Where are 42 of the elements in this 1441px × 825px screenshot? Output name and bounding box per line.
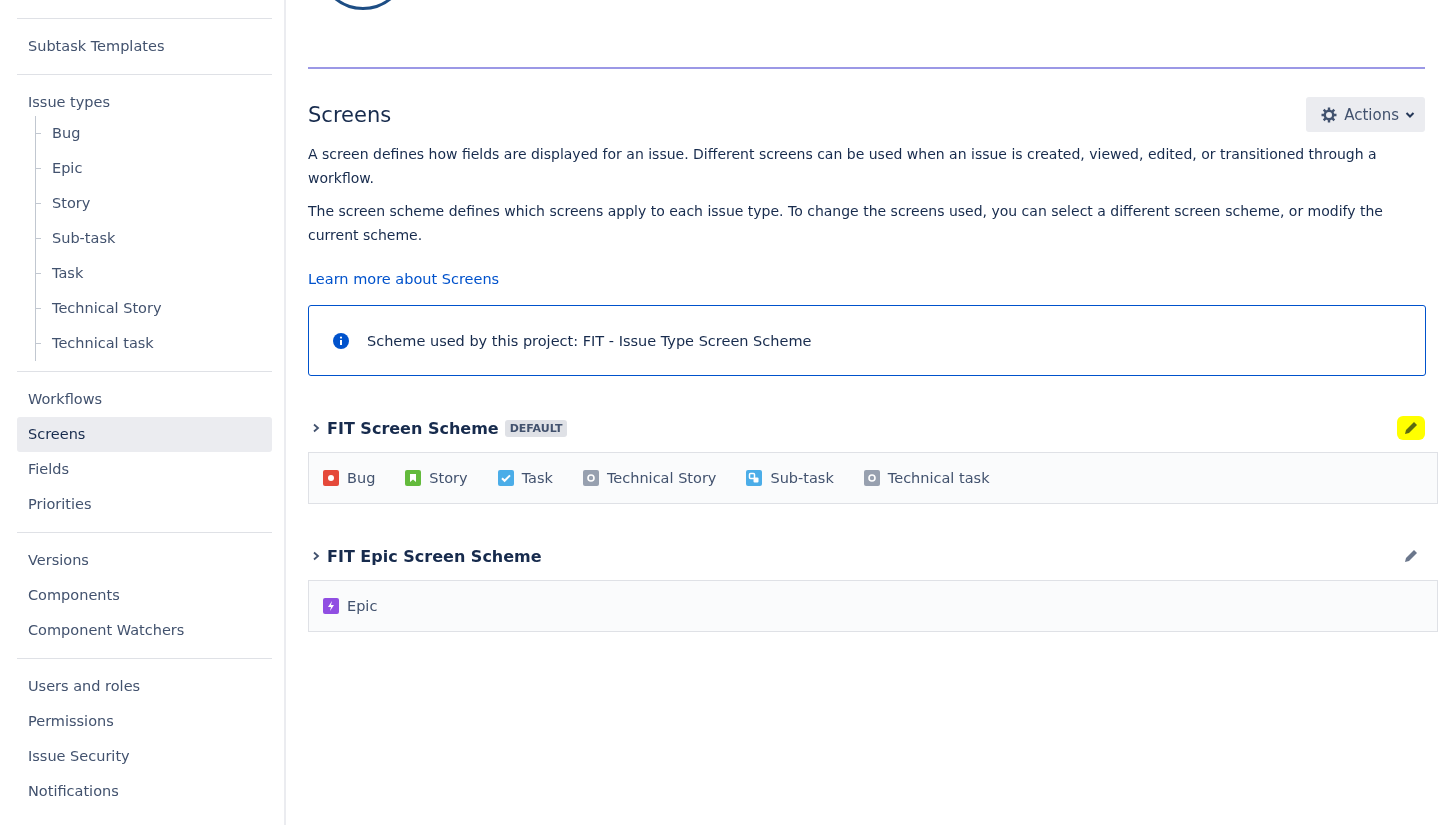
info-message: Scheme used by this project: FIT - Issue Type Screen Scheme <box>367 332 812 349</box>
description-text: The screen scheme defines which screens apply to each issue type. To change the screens used, you can select a different screen scheme, or modify the current scheme. <box>308 202 1384 245</box>
sidebar-item[interactable]: Notifications <box>17 774 272 809</box>
sidebar-item[interactable]: Permissions <box>17 704 272 739</box>
sidebar-item[interactable]: Sub-task <box>41 221 127 256</box>
issue-type-label: Technical task <box>887 470 990 486</box>
caret-icon <box>1405 110 1415 119</box>
issue-type-label: Story <box>429 470 468 486</box>
learn-more-link[interactable]: Learn more about Screens <box>308 271 500 287</box>
sidebar-item[interactable]: Priorities <box>17 487 272 522</box>
settings-icon <box>1320 105 1339 124</box>
sidebar-item[interactable]: Fields <box>17 452 272 487</box>
sidebar-item[interactable]: Workflows <box>17 382 272 417</box>
issue-type-label: Technical Story <box>606 470 717 486</box>
issue-type-label: Bug <box>347 470 376 486</box>
issue-type-label: Epic <box>347 598 378 614</box>
sidebar-item[interactable]: Screens <box>17 417 272 452</box>
issue-type-label: Sub-task <box>770 470 834 486</box>
scheme-toggle[interactable]: FIT Screen Scheme <box>308 418 499 438</box>
page-title: Screens <box>308 102 392 127</box>
sidebar-item[interactable]: Subtask Templates <box>17 29 272 64</box>
default-lozenge: DEFAULT <box>504 419 568 437</box>
actions-button[interactable]: Actions <box>1306 97 1425 132</box>
info-icon <box>333 332 349 349</box>
sidebar-item[interactable]: Technical task <box>41 326 165 361</box>
sidebar-item[interactable]: Story <box>41 186 102 221</box>
sidebar-item[interactable]: Versions <box>17 543 272 578</box>
sidebar-item[interactable]: Users and roles <box>17 669 272 704</box>
chevron-icon <box>312 551 320 561</box>
sidebar-item[interactable]: Components <box>17 578 272 613</box>
chevron-icon <box>312 423 320 433</box>
issue-type-label: Task <box>521 470 553 486</box>
sidebar-item[interactable]: Task <box>41 256 95 291</box>
pencil-icon <box>1403 420 1419 436</box>
sidebar-item[interactable]: Component Watchers <box>17 613 272 648</box>
scheme-toggle[interactable]: FIT Epic Screen Scheme <box>308 546 542 566</box>
description-text: A screen defines how fields are displayed for an issue. Different screens can be used when an issue is created, viewed, edited, or transitioned through a workflow. <box>308 145 1378 188</box>
edit-button[interactable] <box>1397 416 1425 440</box>
sidebar-item[interactable]: Technical Story <box>41 291 173 326</box>
sidebar-item[interactable]: Issue Security <box>17 739 272 774</box>
pencil-icon <box>1403 548 1419 564</box>
sidebar-item[interactable]: Epic <box>41 151 94 186</box>
